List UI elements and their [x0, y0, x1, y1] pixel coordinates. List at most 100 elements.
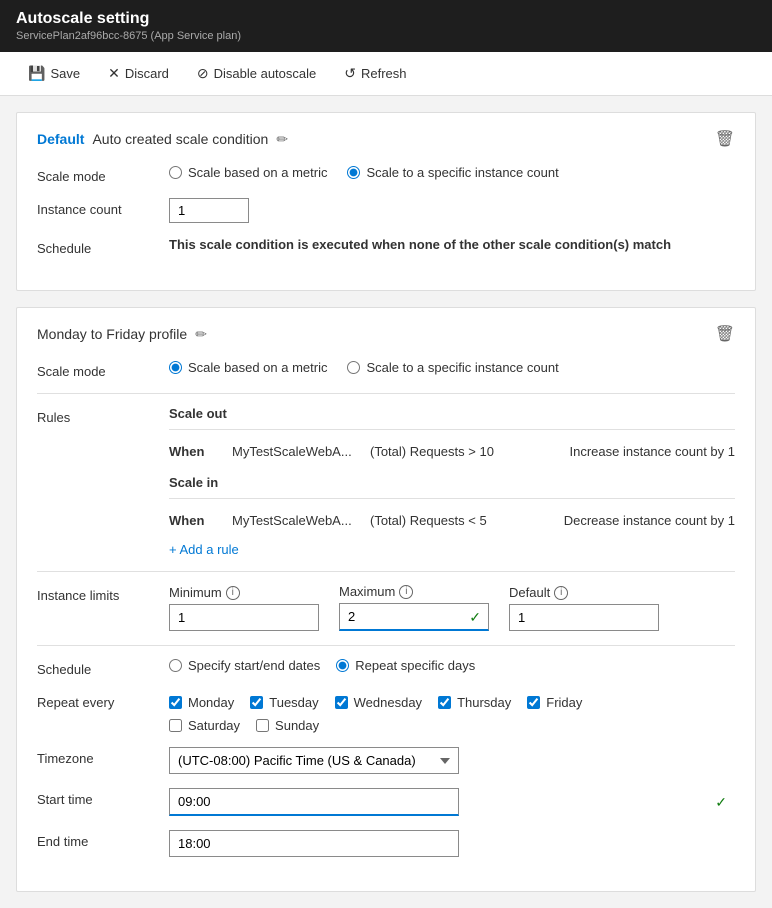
rule-when-in: When: [169, 513, 224, 528]
default-limit-input[interactable]: [509, 604, 659, 631]
day-thursday[interactable]: Thursday: [438, 695, 511, 710]
specify-dates-option[interactable]: Specify start/end dates: [169, 658, 320, 673]
profile-scale-count-option[interactable]: Scale to a specific instance count: [347, 360, 558, 375]
minimum-input[interactable]: [169, 604, 319, 631]
maximum-check-icon: ✓: [469, 609, 481, 626]
save-icon: 💾: [28, 65, 45, 82]
maximum-input[interactable]: [339, 603, 489, 631]
day-sunday[interactable]: Sunday: [256, 718, 319, 733]
scale-metric-option[interactable]: Scale based on a metric: [169, 165, 327, 180]
minimum-field: Minimum i: [169, 585, 319, 631]
day-friday[interactable]: Friday: [527, 695, 582, 710]
scale-mode-row: Scale mode Scale based on a metric Scale…: [37, 165, 735, 184]
start-time-label: Start time: [37, 788, 157, 807]
scale-in-rule: When MyTestScaleWebA... (Total) Requests…: [169, 507, 735, 534]
instance-limits-row: Instance limits Minimum i Max: [37, 584, 735, 631]
rules-label: Rules: [37, 406, 157, 425]
repeat-days-radio[interactable]: [336, 659, 349, 672]
rules-row: Rules Scale out When MyTestScaleWebA... …: [37, 406, 735, 557]
start-time-check-icon: ✓: [715, 794, 727, 811]
profile-card-header: Monday to Friday profile ✏ 🗑: [37, 324, 735, 344]
page-subtitle: ServicePlan2af96bcc-8675 (App Service pl…: [16, 30, 756, 42]
schedule-text: This scale condition is executed when no…: [169, 237, 671, 252]
default-card-title: Auto created scale condition: [92, 131, 268, 147]
profile-delete-icon[interactable]: 🗑: [715, 324, 735, 344]
save-button[interactable]: 💾 Save: [16, 60, 92, 87]
end-time-input[interactable]: [169, 830, 459, 857]
day-tuesday[interactable]: Tuesday: [250, 695, 318, 710]
profile-edit-icon[interactable]: ✏: [195, 326, 207, 343]
end-time-label: End time: [37, 830, 157, 849]
thursday-checkbox[interactable]: [438, 696, 451, 709]
instance-count-label: Instance count: [37, 198, 157, 217]
scale-count-radio[interactable]: [347, 166, 360, 179]
start-time-row: Start time ✓: [37, 788, 735, 816]
default-label: Default: [37, 131, 84, 147]
rule-action-out: Increase instance count by 1: [555, 444, 735, 459]
specify-dates-radio[interactable]: [169, 659, 182, 672]
refresh-icon: ↺: [344, 65, 356, 82]
schedule-label: Schedule: [37, 237, 157, 256]
scale-count-option[interactable]: Scale to a specific instance count: [347, 165, 558, 180]
main-content: Default Auto created scale condition ✏ 🗑…: [0, 96, 772, 908]
maximum-info-icon[interactable]: i: [399, 585, 413, 599]
repeat-every-row: Repeat every Monday Tuesday Wednesday: [37, 691, 735, 733]
timezone-select[interactable]: (UTC-08:00) Pacific Time (US & Canada): [169, 747, 459, 774]
disable-autoscale-button[interactable]: ⊘ Disable autoscale: [185, 60, 328, 87]
page-title: Autoscale setting: [16, 10, 756, 28]
tuesday-checkbox[interactable]: [250, 696, 263, 709]
instance-limits-inputs: Minimum i Maximum i: [169, 584, 735, 631]
repeat-days-option[interactable]: Repeat specific days: [336, 658, 475, 673]
monday-checkbox[interactable]: [169, 696, 182, 709]
end-time-row: End time: [37, 830, 735, 857]
schedule-profile-label: Schedule: [37, 658, 157, 677]
maximum-label: Maximum: [339, 584, 395, 599]
rule-condition-in: (Total) Requests < 5: [370, 513, 547, 528]
rule-resource-in: MyTestScaleWebA...: [232, 513, 362, 528]
scale-metric-radio[interactable]: [169, 166, 182, 179]
profile-scale-metric-radio[interactable]: [169, 361, 182, 374]
day-wednesday[interactable]: Wednesday: [335, 695, 422, 710]
saturday-checkbox[interactable]: [169, 719, 182, 732]
default-card-header: Default Auto created scale condition ✏ 🗑: [37, 129, 735, 149]
profile-scale-metric-option[interactable]: Scale based on a metric: [169, 360, 327, 375]
discard-button[interactable]: ✕ Discard: [96, 60, 181, 87]
start-time-input[interactable]: [169, 788, 459, 816]
schedule-row: Schedule This scale condition is execute…: [37, 237, 735, 256]
sunday-checkbox[interactable]: [256, 719, 269, 732]
days-row-2: Saturday Sunday: [169, 718, 735, 733]
rule-when-out: When: [169, 444, 224, 459]
wednesday-checkbox[interactable]: [335, 696, 348, 709]
toolbar: 💾 Save ✕ Discard ⊘ Disable autoscale ↺ R…: [0, 52, 772, 96]
friday-checkbox[interactable]: [527, 696, 540, 709]
day-saturday[interactable]: Saturday: [169, 718, 240, 733]
add-rule-link[interactable]: + Add a rule: [169, 542, 239, 557]
profile-scale-mode-options: Scale based on a metric Scale to a speci…: [169, 360, 735, 375]
default-delete-icon[interactable]: 🗑: [715, 129, 735, 149]
timezone-label: Timezone: [37, 747, 157, 766]
schedule-options: Specify start/end dates Repeat specific …: [169, 658, 735, 673]
refresh-button[interactable]: ↺ Refresh: [332, 60, 418, 87]
default-limit-info-icon[interactable]: i: [554, 586, 568, 600]
scale-mode-options: Scale based on a metric Scale to a speci…: [169, 165, 735, 180]
repeat-every-label: Repeat every: [37, 691, 157, 710]
profile-scale-card: Monday to Friday profile ✏ 🗑 Scale mode …: [16, 307, 756, 892]
scale-out-title: Scale out: [169, 406, 735, 421]
instance-limits-label: Instance limits: [37, 584, 157, 603]
discard-icon: ✕: [108, 65, 120, 82]
profile-scale-mode-label: Scale mode: [37, 360, 157, 379]
profile-scale-count-radio[interactable]: [347, 361, 360, 374]
default-edit-icon[interactable]: ✏: [276, 131, 288, 148]
profile-scale-mode-row: Scale mode Scale based on a metric Scale…: [37, 360, 735, 379]
rule-resource-out: MyTestScaleWebA...: [232, 444, 362, 459]
minimum-label: Minimum: [169, 585, 222, 600]
scale-mode-label: Scale mode: [37, 165, 157, 184]
instance-count-input[interactable]: [169, 198, 249, 223]
minimum-info-icon[interactable]: i: [226, 586, 240, 600]
disable-icon: ⊘: [197, 65, 209, 82]
rule-action-in: Decrease instance count by 1: [555, 513, 735, 528]
maximum-field: Maximum i ✓: [339, 584, 489, 631]
timezone-row: Timezone (UTC-08:00) Pacific Time (US & …: [37, 747, 735, 774]
day-monday[interactable]: Monday: [169, 695, 234, 710]
default-scale-card: Default Auto created scale condition ✏ 🗑…: [16, 112, 756, 291]
